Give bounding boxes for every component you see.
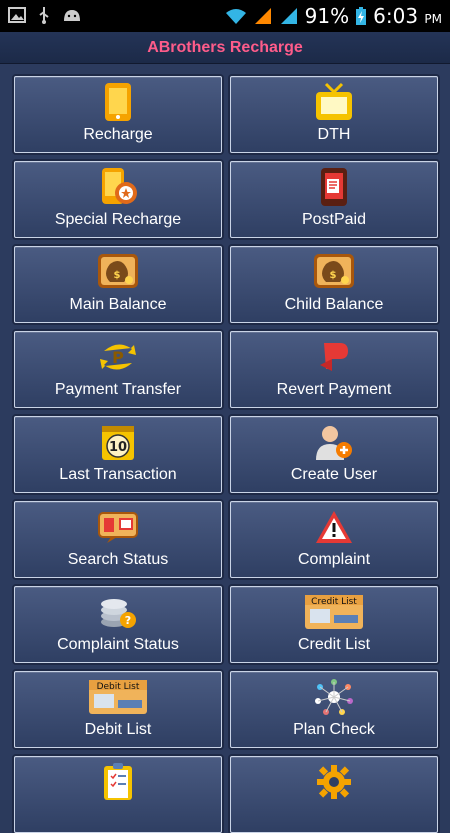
wifi-icon <box>225 9 246 24</box>
image-icon <box>8 7 26 23</box>
tile-label: DTH <box>317 126 351 143</box>
debit-list-icon: Debit List <box>88 677 148 717</box>
main-balance-tile[interactable]: $ Main Balance <box>14 246 222 323</box>
tile-label: Credit List <box>297 636 371 653</box>
settings-gear-icon <box>312 762 356 802</box>
warning-icon <box>312 507 356 547</box>
search-status-tile[interactable]: Search Status <box>14 501 222 578</box>
tile-label: Plan Check <box>293 721 375 738</box>
money-bag-icon: $ <box>96 252 140 292</box>
svg-text:Debit List: Debit List <box>97 682 140 692</box>
tile-label: Revert Payment <box>276 381 392 398</box>
checklist-icon <box>96 762 140 802</box>
create-user-tile[interactable]: Create User <box>230 416 438 493</box>
android-icon <box>64 10 80 21</box>
status-bar: 91% 6:03 PM <box>0 0 450 32</box>
payment-transfer-tile[interactable]: P Payment Transfer <box>14 331 222 408</box>
create-user-icon <box>312 422 356 462</box>
special-recharge-icon <box>96 167 140 207</box>
revert-payment-icon <box>312 337 356 377</box>
credit-list-icon: Credit List <box>304 592 364 632</box>
svg-text:?: ? <box>125 614 131 627</box>
tile-label: Debit List <box>84 721 152 738</box>
plan-check-icon <box>312 677 356 717</box>
tile-label: Special Recharge <box>54 211 182 228</box>
debit-list-tile[interactable]: Debit List Debit List <box>14 671 222 748</box>
tv-icon <box>312 82 356 122</box>
revert-payment-tile[interactable]: Revert Payment <box>230 331 438 408</box>
svg-text:$: $ <box>114 270 121 281</box>
coins-question-icon: ? <box>96 592 140 632</box>
app-title: ABrothers Recharge <box>147 38 303 56</box>
app-title-bar: ABrothers Recharge <box>0 32 450 64</box>
svg-text:$: $ <box>330 270 337 281</box>
tile-label: Payment Transfer <box>54 381 182 398</box>
svg-text:10: 10 <box>109 440 127 455</box>
usb-icon <box>39 7 49 24</box>
tile-label: Recharge <box>83 126 153 143</box>
postpaid-tile[interactable]: PostPaid <box>230 161 438 238</box>
plan-check-tile[interactable]: Plan Check <box>230 671 438 748</box>
signal-icon-2 <box>280 8 297 24</box>
tile-label: Main Balance <box>69 296 167 313</box>
clock: 6:03 PM <box>373 4 442 28</box>
last-transaction-tile[interactable]: 10 Last Transaction <box>14 416 222 493</box>
signal-icon <box>254 8 271 24</box>
tile-label: PostPaid <box>301 211 367 228</box>
child-balance-tile[interactable]: $ Child Balance <box>230 246 438 323</box>
money-bag-icon: $ <box>312 252 356 292</box>
complaint-tile[interactable]: Complaint <box>230 501 438 578</box>
svg-text:Credit List: Credit List <box>311 597 357 607</box>
tile-label: Child Balance <box>284 296 384 313</box>
phone-icon <box>96 82 140 122</box>
special-recharge-tile[interactable]: Special Recharge <box>14 161 222 238</box>
menu-grid: Recharge DTH Special Recharge PostPaid $… <box>0 64 450 833</box>
battery-percent: 91% <box>304 4 350 28</box>
payment-transfer-icon: P <box>96 337 140 377</box>
tile-label: Search Status <box>67 551 169 568</box>
last-transaction-icon: 10 <box>96 422 140 462</box>
battery-charging-icon <box>356 7 367 25</box>
settings-tile[interactable] <box>230 756 438 833</box>
tile-label: Create User <box>290 466 378 483</box>
tile-label: Complaint <box>297 551 371 568</box>
search-status-icon <box>96 507 140 547</box>
postpaid-icon <box>312 167 356 207</box>
svg-text:P: P <box>112 348 124 367</box>
dth-tile[interactable]: DTH <box>230 76 438 153</box>
tile-label: Last Transaction <box>59 466 177 483</box>
complaint-status-tile[interactable]: ? Complaint Status <box>14 586 222 663</box>
tile-label: Complaint Status <box>57 636 179 653</box>
credit-list-tile[interactable]: Credit List Credit List <box>230 586 438 663</box>
recharge-tile[interactable]: Recharge <box>14 76 222 153</box>
checklist-tile[interactable] <box>14 756 222 833</box>
